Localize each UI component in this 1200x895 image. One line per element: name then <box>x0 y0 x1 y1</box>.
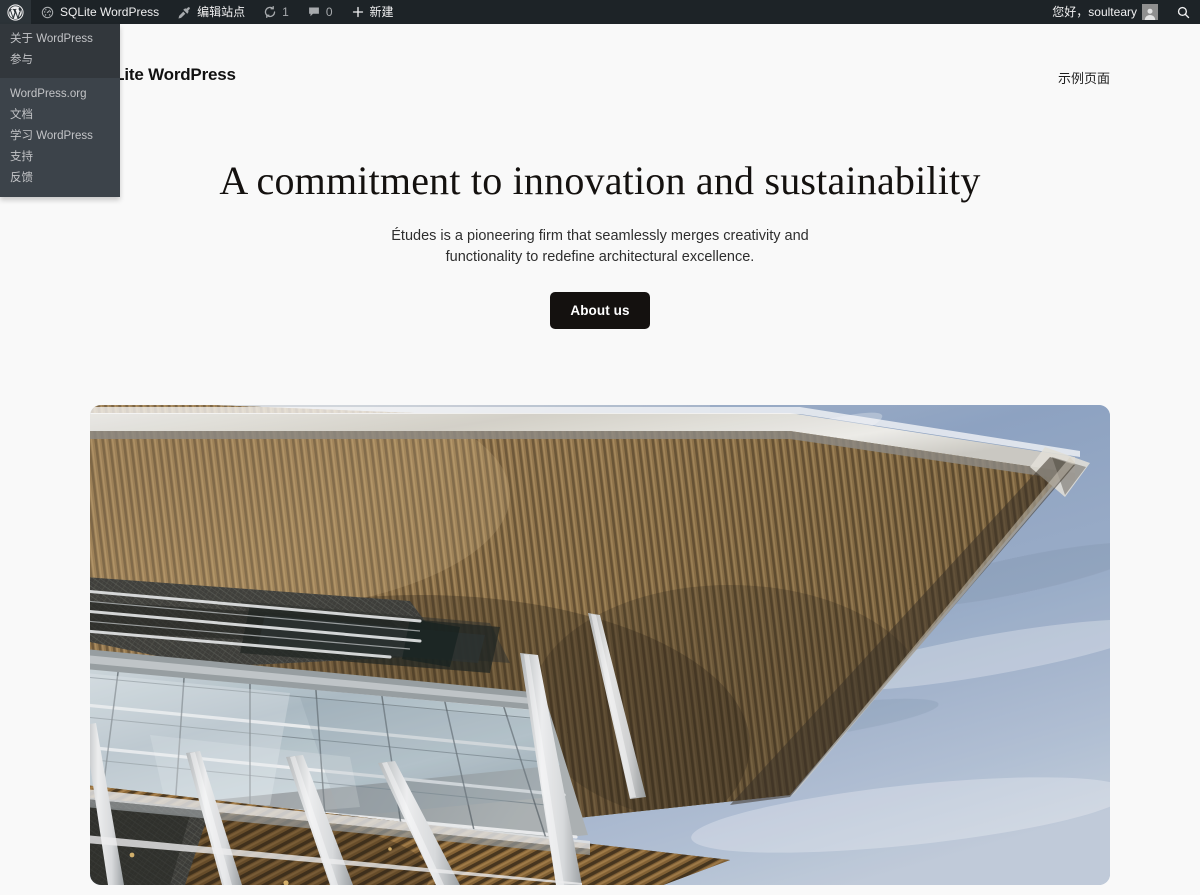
dropdown-item-about-wordpress[interactable]: 关于 WordPress <box>0 29 120 50</box>
wp-logo-dropdown-menu[interactable]: 关于 WordPress 参与 WordPress.org 文档 学习 Word… <box>0 24 120 197</box>
hero-subtitle: Études is a pioneering firm that seamles… <box>391 227 809 265</box>
adminbar-comments-button[interactable]: 0 <box>298 0 342 24</box>
adminbar-new-content-label: 新建 <box>369 5 394 19</box>
adminbar-search-button[interactable] <box>1167 0 1200 24</box>
adminbar-updates-count: 1 <box>282 5 289 19</box>
hero-section: A commitment to innovation and sustainab… <box>0 80 1200 329</box>
wp-admin-bar[interactable]: SQLite WordPress 编辑站点 1 0 新建 您好，soultear… <box>0 0 1200 24</box>
page-title: A commitment to innovation and sustainab… <box>219 158 981 203</box>
updates-refresh-icon <box>263 5 277 19</box>
dropdown-item-support[interactable]: 支持 <box>0 147 120 168</box>
adminbar-site-name-label: SQLite WordPress <box>60 5 160 19</box>
plus-icon <box>351 5 365 19</box>
pin-icon <box>177 5 192 20</box>
nav-item-sample-page[interactable]: 示例页面 <box>1058 68 1110 87</box>
wordpress-logo-icon <box>7 3 24 21</box>
adminbar-new-content-button[interactable]: 新建 <box>342 0 403 24</box>
hero-image-artwork <box>90 405 1110 885</box>
wp-logo-menu-button[interactable] <box>0 0 31 24</box>
search-icon <box>1176 5 1191 20</box>
about-us-button[interactable]: About us <box>550 291 650 329</box>
dropdown-item-contribute[interactable]: 参与 <box>0 50 120 71</box>
comment-bubble-icon <box>307 5 321 19</box>
adminbar-spacer <box>403 0 1044 24</box>
site-header: SQLite WordPress 示例页面 <box>0 24 1200 86</box>
dropdown-group-about: 关于 WordPress 参与 <box>0 24 120 78</box>
adminbar-my-account-button[interactable]: 您好，soulteary <box>1043 0 1167 24</box>
dropdown-item-feedback[interactable]: 反馈 <box>0 168 120 189</box>
dashboard-gauge-icon <box>40 5 55 20</box>
adminbar-edit-site-label: 编辑站点 <box>197 5 246 19</box>
dropdown-group-resources: WordPress.org 文档 学习 WordPress 支持 反馈 <box>0 78 120 197</box>
hero-image <box>90 405 1110 885</box>
adminbar-site-name[interactable]: SQLite WordPress <box>31 0 168 24</box>
adminbar-edit-site-button[interactable]: 编辑站点 <box>168 0 254 24</box>
dropdown-item-learn-wordpress[interactable]: 学习 WordPress <box>0 126 120 147</box>
adminbar-updates-button[interactable]: 1 <box>254 0 298 24</box>
avatar-placeholder-icon <box>1142 4 1158 20</box>
dropdown-item-wordpress-org[interactable]: WordPress.org <box>0 84 120 105</box>
adminbar-secondary-group: 您好，soulteary <box>1043 0 1200 24</box>
adminbar-greeting-label: 您好，soulteary <box>1052 5 1137 19</box>
dropdown-item-documentation[interactable]: 文档 <box>0 105 120 126</box>
adminbar-comments-count: 0 <box>325 5 333 19</box>
